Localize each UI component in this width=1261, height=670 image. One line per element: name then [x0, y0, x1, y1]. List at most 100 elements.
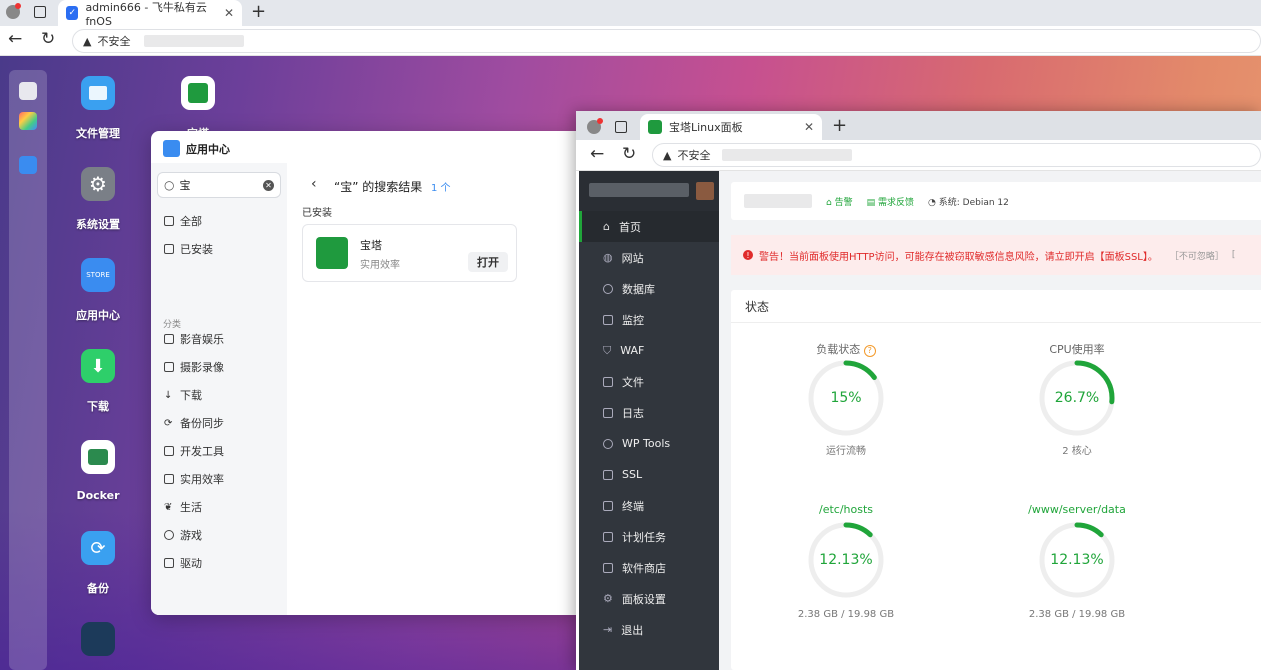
tab-list-icon[interactable]: [34, 6, 46, 18]
category-backup[interactable]: ⟳ 备份同步: [164, 415, 224, 431]
category-dev[interactable]: 开发工具: [164, 443, 224, 459]
folder-icon[interactable]: [81, 76, 115, 110]
gauge-cpu[interactable]: CPU使用率 26.7% 2 核心: [1002, 341, 1152, 457]
category-utility[interactable]: 实用效率: [164, 471, 224, 487]
new-tab-icon[interactable]: +: [251, 3, 266, 21]
bell-icon: ⌂: [826, 197, 832, 208]
desktop-label-download: 下载: [87, 400, 109, 413]
folder-icon: [603, 376, 613, 387]
menu-label: WAF: [620, 344, 645, 357]
category-label: 驱动: [180, 557, 202, 570]
status-panel: 状态 负载状态 ? 15% 运行流畅 CPU使用率 26.7% 2 核心 /et…: [731, 290, 1261, 670]
close-tab-icon[interactable]: ✕: [224, 6, 234, 20]
gauge-value: 15%: [830, 390, 862, 406]
menu-label: 退出: [621, 623, 644, 637]
baota-icon[interactable]: [181, 76, 215, 110]
ignore-link[interactable]: ［不可忽略］: [1170, 249, 1224, 262]
outer-tab-bar: ✓ admin666 - 飞牛私有云fnOS ✕ +: [0, 0, 1261, 28]
avatar[interactable]: [696, 182, 714, 200]
menu-label: 计划任务: [622, 530, 666, 544]
app-center-title-text: 应用中心: [186, 142, 230, 156]
nav-installed[interactable]: 已安装: [164, 241, 213, 257]
back-arrow-icon[interactable]: ‹: [311, 176, 317, 192]
alert-link[interactable]: ⌂ 告警: [826, 195, 853, 208]
gauge-disk-data[interactable]: /www/server/data 12.13% 2.38 GB / 19.98 …: [1002, 503, 1152, 620]
reload-icon[interactable]: ↻: [622, 146, 636, 163]
back-icon[interactable]: ←: [8, 31, 22, 48]
feedback-link[interactable]: ▤ 需求反馈: [867, 195, 914, 208]
menu-logs[interactable]: 日志: [579, 397, 719, 428]
app-center-sidebar: ○ 宝 ✕ 全部 已安装 分类 影音娱乐 摄影录像 ↓ 下载 ⟳ 备份同步 开发工具…: [151, 163, 287, 615]
dock: [9, 70, 47, 670]
category-driver[interactable]: 驱动: [164, 555, 202, 571]
download-icon[interactable]: ⬇: [81, 349, 115, 383]
menu-waf[interactable]: ⛉ WAF: [579, 335, 719, 366]
apps-grid-icon[interactable]: [19, 112, 37, 130]
baota-header: ⌂ 告警 ▤ 需求反馈 ◔ 系统: Debian 12: [731, 182, 1261, 220]
help-icon[interactable]: ?: [863, 345, 876, 357]
gauge-disk-hosts[interactable]: /etc/hosts 12.13% 2.38 GB / 19.98 GB: [771, 503, 921, 620]
result-card-baota[interactable]: 宝塔 实用效率 打开: [302, 224, 517, 282]
baota-main: ⌂ 告警 ▤ 需求反馈 ◔ 系统: Debian 12 ! 警告！当前面板使用H…: [719, 171, 1261, 670]
address-bar[interactable]: ▲ 不安全: [652, 143, 1261, 167]
back-icon[interactable]: ←: [590, 146, 604, 163]
gauge-value: 26.7%: [1054, 390, 1100, 406]
category-label: 游戏: [180, 529, 202, 542]
new-tab-icon[interactable]: +: [832, 117, 847, 135]
category-header: 分类: [163, 320, 182, 330]
menu-monitor[interactable]: 监控: [579, 304, 719, 335]
gauge-label: /www/server/data: [1028, 503, 1126, 516]
store-dock-icon[interactable]: [19, 156, 37, 174]
backup-icon[interactable]: ⟳: [81, 531, 115, 565]
category-game[interactable]: 游戏: [164, 527, 202, 543]
category-download[interactable]: ↓ 下载: [164, 387, 202, 403]
category-media[interactable]: 影音娱乐: [164, 331, 224, 347]
tab-fnos[interactable]: ✓ admin666 - 飞牛私有云fnOS ✕: [58, 0, 242, 28]
category-photo[interactable]: 摄影录像: [164, 359, 224, 375]
not-secure-label: 不安全: [677, 149, 711, 162]
tab-title: 宝塔Linux面板: [669, 121, 743, 134]
menu-settings[interactable]: ⚙ 面板设置: [579, 583, 719, 614]
monitor-icon[interactable]: [19, 82, 37, 100]
category-life[interactable]: ❦ 生活: [164, 499, 202, 515]
download-arrow-icon: ↓: [164, 389, 173, 401]
database-icon: [603, 283, 613, 294]
warning-text: 警告！当前面板使用HTTP访问，可能存在被窃取敏感信息风险，请立即开启【面板SS…: [759, 251, 1158, 263]
open-button[interactable]: 打开: [468, 252, 508, 272]
nav-all[interactable]: 全部: [164, 213, 202, 229]
tab-baota[interactable]: 宝塔Linux面板 ✕: [640, 114, 822, 140]
menu-database[interactable]: 数据库: [579, 273, 719, 304]
menu-cron[interactable]: 计划任务: [579, 521, 719, 552]
store-icon[interactable]: STORE: [81, 258, 115, 292]
close-tab-icon[interactable]: ✕: [804, 120, 814, 134]
wordpress-icon: [603, 438, 613, 449]
grid-icon: [164, 216, 174, 226]
menu-terminal[interactable]: 终端: [579, 490, 719, 521]
gauge-load[interactable]: 负载状态 ? 15% 运行流畅: [771, 341, 921, 457]
app-center-window: 应用中心 ○ 宝 ✕ 全部 已安装 分类 影音娱乐 摄影录像 ↓ 下载 ⟳ 备份同步…: [151, 131, 581, 615]
baota-app-icon: [316, 237, 348, 269]
sync-icon: ⟳: [164, 417, 173, 429]
gauge-sub: 2 核心: [1062, 446, 1092, 457]
menu-files[interactable]: 文件: [579, 366, 719, 397]
warning-extra: [: [1231, 250, 1236, 260]
clear-search-icon[interactable]: ✕: [263, 179, 274, 191]
gear-icon[interactable]: ⚙: [81, 167, 115, 201]
menu-wp-tools[interactable]: WP Tools: [579, 428, 719, 459]
address-bar[interactable]: ▲ 不安全: [72, 29, 1261, 53]
menu-ssl[interactable]: SSL: [579, 459, 719, 490]
menu-home[interactable]: ⌂ 首页: [579, 211, 719, 242]
docker-icon[interactable]: [81, 440, 115, 474]
menu-label: 面板设置: [621, 592, 666, 606]
reload-icon[interactable]: ↻: [41, 31, 55, 48]
gauge-sub: 2.38 GB / 19.98 GB: [1028, 609, 1126, 620]
baota-browser-window: 宝塔Linux面板 ✕ + ← ↻ ▲ 不安全 ⌂ 首页 ◍ 网站 数据库 监控 ⛉…: [576, 111, 1261, 670]
search-input[interactable]: ○ 宝 ✕: [157, 172, 281, 198]
menu-label: 监控: [622, 313, 644, 327]
monitor-app-icon[interactable]: [81, 622, 115, 656]
menu-website[interactable]: ◍ 网站: [579, 242, 719, 273]
category-label: 生活: [180, 501, 202, 514]
tab-list-icon[interactable]: [615, 121, 627, 133]
menu-store[interactable]: 软件商店: [579, 552, 719, 583]
menu-logout[interactable]: ⇥ 退出: [579, 614, 719, 645]
